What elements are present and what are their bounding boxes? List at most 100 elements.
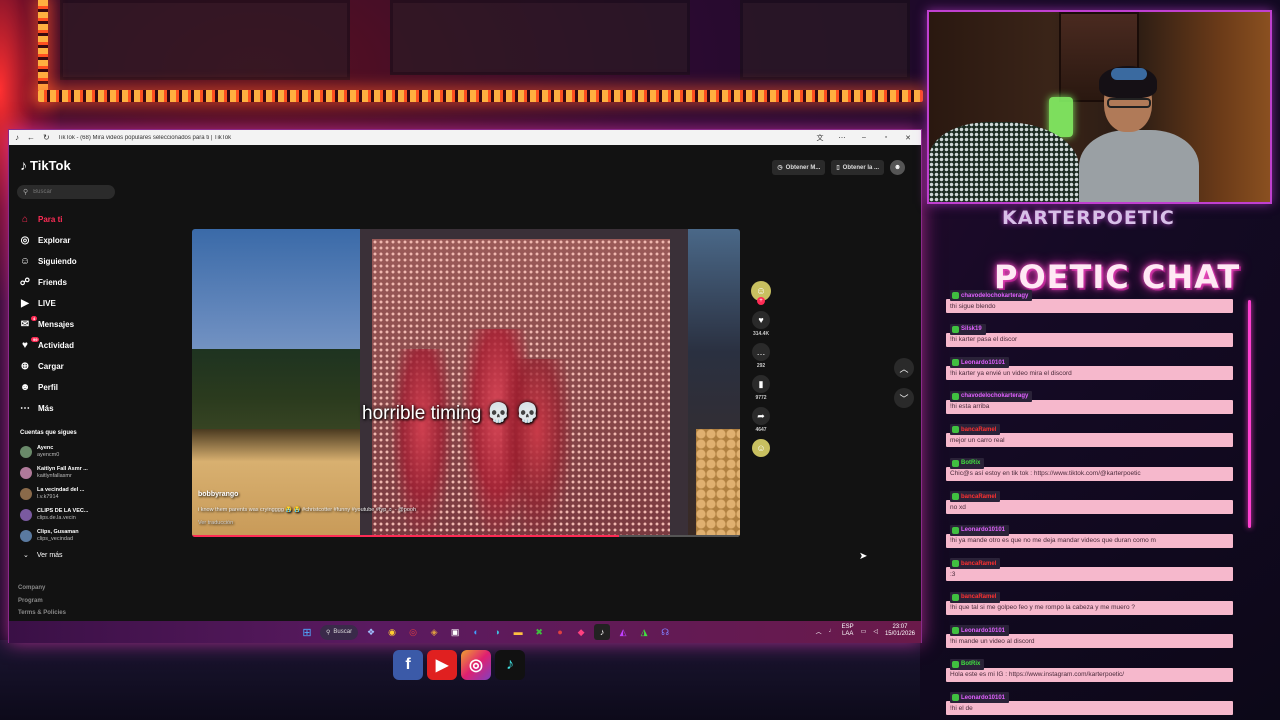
chat-message: !hi mande un video al discord Leonardo101… [946,625,1236,659]
account-text: Kaitlyn Fall Asmr ... kaitlynfallasmr [37,466,88,480]
account-handle: l.v.k7914 [37,493,59,500]
comment-icon[interactable]: … [752,343,770,361]
minimize-button[interactable]: – [857,134,871,141]
footer-program-link[interactable]: Program [18,598,66,611]
translate-link[interactable]: Ver traducción [198,520,233,526]
clock[interactable]: 23:07 15/01/2026 [885,624,915,638]
following-account[interactable]: CLIPS DE LA VEC... clips.de.la.vecin [20,504,120,525]
chat-badge-icon [952,359,959,366]
tiktok-logo[interactable]: ♪ TikTok [20,157,71,173]
maximize-button[interactable]: ▫ [879,134,893,141]
video-red-shape [502,359,572,537]
share-action[interactable]: ➦ 4647 [752,407,770,433]
taskbar-apps: ⊞ ⚲ Buscar ❖ ◉ ◎ ◈ ▣ ◐ ◑ ▬ ✖ ● ◆ ♪ ◭ ◮ ☊ [299,624,673,640]
mic-icon[interactable]: ♩ [829,628,835,634]
previous-video-button[interactable]: ︿ [894,358,914,378]
video-player[interactable]: horrible timing 💀 💀 bobbyrango i know th… [192,229,740,537]
chat-username: BotRix [950,658,985,670]
following-account[interactable]: Ayenc ayencm0 [20,441,120,462]
app-icon[interactable]: ◆ [573,624,589,640]
sidebar-item-friends[interactable]: ☍ Friends [19,272,129,293]
obs-icon[interactable]: ◎ [405,624,421,640]
video-progress-bar[interactable] [192,535,740,537]
share-icon[interactable]: ➦ [752,407,770,425]
heart-action[interactable]: ♥ 314.4K [752,311,770,337]
following-account[interactable]: La vecindad del ... l.v.k7914 [20,483,120,504]
sidebar-item-live[interactable]: ▶ LIVE [19,293,129,314]
tiktok-app-icon[interactable]: ♪ [594,624,611,640]
edge-icon[interactable]: ◐ [468,624,484,640]
xbox-icon[interactable]: ✖ [531,624,547,640]
sidebar-item-m-s[interactable]: ⋯ Más [19,398,129,419]
get-app-button[interactable]: ▯ Obtener la ... [831,160,884,175]
chat-message-text: no xd [946,500,1233,514]
sidebar-item-explorar[interactable]: ◎ Explorar [19,230,129,251]
network-icon[interactable]: ▭ [861,628,867,635]
back-icon[interactable]: ← [27,133,35,142]
chat-badge-icon [952,627,959,634]
chat-username-text: bancaRamel [961,493,997,500]
search-input[interactable] [33,189,104,195]
search-box[interactable]: ⚲ [17,185,115,199]
app-icon[interactable]: ◭ [615,624,631,640]
account-text: Ayenc ayencm0 [37,445,59,459]
reload-icon[interactable]: ↻ [43,133,50,142]
following-account[interactable]: Clips, Gusaman clips_vecindad [20,525,120,546]
volume-icon[interactable]: ◁ [873,628,878,635]
app-icon[interactable]: ● [552,624,568,640]
chat-message: !hi el de Leonardo10101 [946,692,1236,720]
widgets-icon[interactable]: ❖ [363,624,379,640]
chat-message-text: :3 [946,567,1233,581]
see-more-button[interactable]: ⌄ Ver más [23,551,63,560]
close-button[interactable]: ✕ [901,134,915,142]
taskbar-search[interactable]: ⚲ Buscar [320,624,359,640]
tray-chevron-icon[interactable]: ︿ [816,627,822,636]
sidebar-item-perfil[interactable]: ☻ Perfil [19,377,129,398]
sidebar-item-mensajes[interactable]: ✉ 4 Mensajes [19,314,129,335]
chat-username-text: Leonardo10101 [961,694,1006,701]
get-coins-button[interactable]: ◷ Obtener M... [772,160,826,175]
creator-avatar[interactable]: ☺ + [751,281,771,305]
follow-plus-icon[interactable]: + [757,297,765,305]
comment-action[interactable]: … 292 [752,343,770,369]
store-icon[interactable]: ▣ [447,624,463,640]
search-icon: ⚲ [23,189,29,196]
chat-username: bancaRamel [950,591,1001,603]
translate-icon[interactable]: 文 [813,133,827,143]
windows-taskbar: ⊞ ⚲ Buscar ❖ ◉ ◎ ◈ ▣ ◐ ◑ ▬ ✖ ● ◆ ♪ ◭ ◮ ☊ … [9,621,921,643]
heart-icon[interactable]: ♥ [752,311,770,329]
app-icon[interactable]: ◮ [636,624,652,640]
sidebar-item-actividad[interactable]: ♥ 99 Actividad [19,335,129,356]
chat-username-text: chavodelochokarteragy [961,393,1029,399]
app-icon[interactable]: ◈ [426,624,442,640]
avatar [20,445,32,458]
account-handle: kaitlynfallasmr [37,472,72,479]
video-author[interactable]: bobbyrango [198,491,238,498]
discord-icon[interactable]: ☊ [657,624,673,640]
bookmark-action[interactable]: ▮ 9772 [752,375,770,401]
chat-username: Silsk19 [950,323,986,335]
following-account[interactable]: Kaitlyn Fall Asmr ... kaitlynfallasmr [20,462,120,483]
app-icon[interactable]: ◑ [489,624,505,640]
chrome-icon[interactable]: ◉ [384,624,400,640]
windows-start-icon[interactable]: ⊞ [299,624,315,640]
footer-company-link[interactable]: Company [18,585,66,598]
sidebar-item-label: Friends [38,278,67,287]
chat-message: Chic@s así estoy en tik tok : https://ww… [946,457,1236,492]
sidebar-item-siguiendo[interactable]: ☺ Siguiendo [19,251,129,272]
folder-icon[interactable]: ▬ [510,624,526,640]
tiktok-social-icon: ♪ [495,650,525,680]
next-video-button[interactable]: ﹀ [894,388,914,408]
music-disc-icon[interactable]: ☺ [752,439,770,457]
chat-username-text: bancaRamel [961,560,997,567]
sidebar-item-cargar[interactable]: ⊕ Cargar [19,356,129,377]
language-indicator[interactable]: ESP LAA [842,624,854,638]
chat-message: Hola este es mi IG : https://www.instagr… [946,658,1236,693]
action-list: ♥ 314.4K … 292 ▮ 9772 ➦ 4647 [752,311,770,439]
menu-icon[interactable]: ⋯ [835,134,849,142]
sidebar-item-label: Mensajes [38,320,75,329]
profile-avatar[interactable]: ☻ [890,160,905,175]
video-nav-arrows: ︿ ﹀ [894,358,914,408]
sidebar-item-para-ti[interactable]: ⌂ Para ti [19,209,129,230]
bookmark-icon[interactable]: ▮ [752,375,770,393]
